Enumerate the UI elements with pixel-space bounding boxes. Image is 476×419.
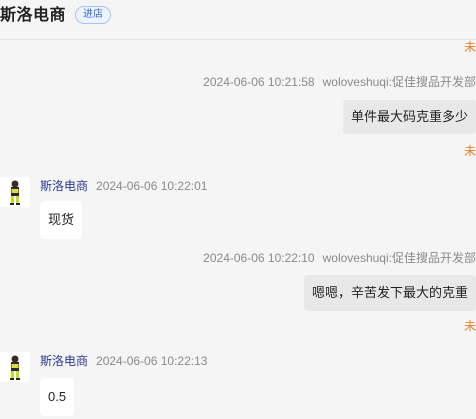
message-bubble: 嗯嗯，辛苦发下最大的克重 — [303, 275, 476, 311]
shop-avatar-icon[interactable] — [0, 352, 30, 382]
enter-shop-button[interactable]: 进店 — [75, 6, 111, 24]
shop-name: 斯洛电商 — [0, 7, 67, 24]
avatar-figure-icon — [0, 177, 30, 207]
message-meta: 斯洛电商 2024-06-06 10:22:01 — [40, 178, 207, 194]
message-sender: woloveshuqi:促佳搜品开发部 — [322, 251, 476, 265]
message-sender: woloveshuqi:促佳搜品开发部 — [322, 75, 476, 89]
read-status: 未 — [463, 40, 476, 54]
message-bubble: 现货 — [40, 201, 83, 239]
message-sender: 斯洛电商 — [40, 354, 89, 368]
shop-avatar-icon[interactable] — [0, 177, 30, 207]
message-meta: 斯洛电商 2024-06-06 10:22:13 — [40, 353, 207, 369]
avatar-figure-icon — [0, 352, 30, 382]
message-time: 2024-06-06 10:22:13 — [96, 354, 208, 368]
read-status: 未 — [463, 144, 476, 158]
message-meta: 2024-06-06 10:22:10 woloveshuqi:促佳搜品开发部 — [203, 250, 476, 266]
message-time: 2024-06-06 10:22:10 — [203, 251, 315, 265]
message-sender: 斯洛电商 — [40, 179, 89, 193]
message-meta: 2024-06-06 10:21:58 woloveshuqi:促佳搜品开发部 — [203, 74, 476, 90]
read-status: 未 — [463, 319, 476, 333]
chat-header: 斯洛电商 进店 — [0, 0, 476, 40]
message-time: 2024-06-06 10:22:01 — [96, 179, 208, 193]
message-bubble: 单件最大码克重多少 — [342, 100, 476, 134]
message-time: 2024-06-06 10:21:58 — [203, 75, 315, 89]
message-bubble: 0.5 — [40, 378, 75, 416]
